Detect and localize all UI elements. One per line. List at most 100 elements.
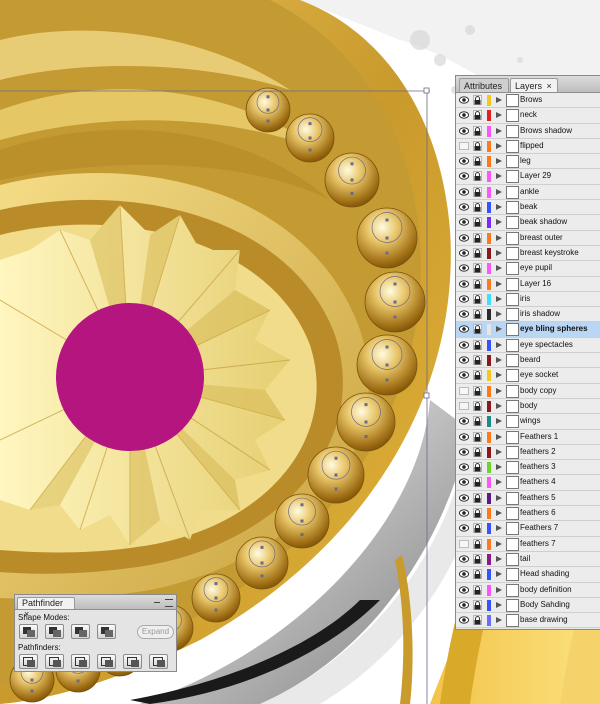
- eye-icon[interactable]: [459, 295, 469, 303]
- expand-triangle-icon[interactable]: [496, 295, 502, 302]
- layer-row[interactable]: ankle: [456, 184, 600, 201]
- layer-row[interactable]: Brows: [456, 93, 600, 109]
- expand-triangle-icon[interactable]: [496, 127, 502, 134]
- layer-row[interactable]: eye bling spheres: [456, 322, 600, 338]
- layer-row[interactable]: feathers 4: [456, 475, 600, 491]
- eye-empty-icon[interactable]: [459, 386, 469, 395]
- expand-triangle-icon[interactable]: [496, 341, 502, 348]
- expand-triangle-icon[interactable]: [496, 372, 502, 379]
- eye-empty-icon[interactable]: [459, 539, 469, 548]
- eye-icon[interactable]: [459, 111, 469, 119]
- expand-triangle-icon[interactable]: [496, 234, 502, 241]
- expand-triangle-icon[interactable]: [496, 357, 502, 364]
- eye-icon[interactable]: [459, 126, 469, 135]
- layer-row[interactable]: neck: [456, 108, 600, 124]
- tab-close-icon[interactable]: ×: [547, 81, 552, 91]
- eye-icon[interactable]: [459, 509, 469, 517]
- layer-row[interactable]: breast outer: [456, 230, 600, 246]
- layer-row[interactable]: Feathers 7: [456, 521, 600, 537]
- layer-row[interactable]: Layer 16: [456, 276, 600, 292]
- layer-row[interactable]: wings: [456, 414, 600, 430]
- eye-icon[interactable]: [459, 417, 469, 425]
- exclude-icon[interactable]: [97, 624, 116, 639]
- layer-row[interactable]: Layer 29: [456, 169, 600, 185]
- layer-row[interactable]: feathers 3: [456, 460, 600, 476]
- expand-triangle-icon[interactable]: [496, 158, 502, 165]
- eye-icon[interactable]: [459, 325, 469, 334]
- eye-icon[interactable]: [459, 203, 469, 211]
- eye-icon[interactable]: [459, 188, 469, 196]
- layer-row[interactable]: flipped: [456, 138, 600, 155]
- crop-icon[interactable]: [97, 654, 116, 669]
- eye-icon[interactable]: [459, 234, 469, 242]
- eye-icon[interactable]: [459, 172, 469, 181]
- layer-row[interactable]: iris: [456, 291, 600, 308]
- layer-row[interactable]: beard: [456, 353, 600, 369]
- layer-row[interactable]: Feathers 1: [456, 429, 600, 445]
- expand-triangle-icon[interactable]: [496, 326, 502, 333]
- expand-triangle-icon[interactable]: [496, 510, 502, 517]
- layer-row[interactable]: beak: [456, 200, 600, 216]
- expand-triangle-icon[interactable]: [496, 188, 502, 195]
- eye-icon[interactable]: [459, 264, 469, 272]
- expand-triangle-icon[interactable]: [496, 540, 502, 547]
- eye-icon[interactable]: [459, 585, 469, 594]
- expand-triangle-icon[interactable]: [496, 97, 502, 103]
- panel-menu-icon[interactable]: [165, 599, 173, 607]
- expand-triangle-icon[interactable]: [496, 311, 502, 318]
- eye-icon[interactable]: [459, 616, 469, 624]
- expand-triangle-icon[interactable]: [496, 571, 502, 578]
- expand-triangle-icon[interactable]: [496, 402, 502, 409]
- expand-triangle-icon[interactable]: [496, 112, 502, 119]
- expand-triangle-icon[interactable]: [496, 173, 502, 180]
- unite-icon[interactable]: [19, 624, 38, 639]
- layer-row[interactable]: beak shadow: [456, 215, 600, 231]
- collapse-icon[interactable]: [154, 602, 160, 603]
- expand-triangle-icon[interactable]: [496, 464, 502, 471]
- expand-triangle-icon[interactable]: [496, 617, 502, 624]
- expand-triangle-icon[interactable]: [496, 204, 502, 211]
- outline-icon[interactable]: [123, 654, 142, 669]
- layer-row[interactable]: Head shading: [456, 567, 600, 583]
- expand-triangle-icon[interactable]: [496, 433, 502, 440]
- eye-empty-icon[interactable]: [459, 141, 469, 150]
- expand-triangle-icon[interactable]: [496, 448, 502, 455]
- trim-icon[interactable]: [45, 654, 64, 669]
- layer-row[interactable]: feathers 5: [456, 490, 600, 507]
- eye-icon[interactable]: [459, 96, 469, 104]
- expand-triangle-icon[interactable]: [496, 142, 502, 149]
- layer-row[interactable]: Body Sahding: [456, 597, 600, 614]
- eye-icon[interactable]: [459, 341, 469, 349]
- eye-icon[interactable]: [459, 157, 469, 165]
- layer-row[interactable]: eye socket: [456, 368, 600, 384]
- eye-icon[interactable]: [459, 555, 469, 563]
- eye-icon[interactable]: [459, 310, 469, 318]
- layer-row[interactable]: base drawing: [456, 613, 600, 629]
- expand-triangle-icon[interactable]: [496, 418, 502, 425]
- expand-triangle-icon[interactable]: [496, 555, 502, 562]
- layer-row[interactable]: feathers 7: [456, 536, 600, 552]
- eye-icon[interactable]: [459, 570, 469, 578]
- expand-triangle-icon[interactable]: [496, 280, 502, 287]
- divide-icon[interactable]: [19, 654, 38, 669]
- layer-row[interactable]: iris shadow: [456, 307, 600, 323]
- layer-row[interactable]: eye spectacles: [456, 337, 600, 354]
- expand-triangle-icon[interactable]: [496, 601, 502, 608]
- layer-row[interactable]: leg: [456, 154, 600, 170]
- layer-row[interactable]: body definition: [456, 582, 600, 598]
- expand-triangle-icon[interactable]: [496, 525, 502, 532]
- layer-row[interactable]: body: [456, 398, 600, 415]
- layer-row[interactable]: Brows shadow: [456, 123, 600, 139]
- eye-icon[interactable]: [459, 218, 469, 227]
- expand-button[interactable]: Expand: [137, 625, 174, 639]
- eye-icon[interactable]: [459, 371, 469, 379]
- expand-triangle-icon[interactable]: [496, 265, 502, 272]
- expand-triangle-icon[interactable]: [496, 479, 502, 486]
- expand-triangle-icon[interactable]: [496, 387, 502, 394]
- layer-row[interactable]: eye pupil: [456, 261, 600, 277]
- eye-empty-icon[interactable]: [459, 401, 469, 410]
- intersect-icon[interactable]: [71, 624, 90, 639]
- tab-attributes[interactable]: Attributes: [459, 78, 509, 92]
- eye-icon[interactable]: [459, 524, 469, 532]
- eye-icon[interactable]: [459, 279, 469, 288]
